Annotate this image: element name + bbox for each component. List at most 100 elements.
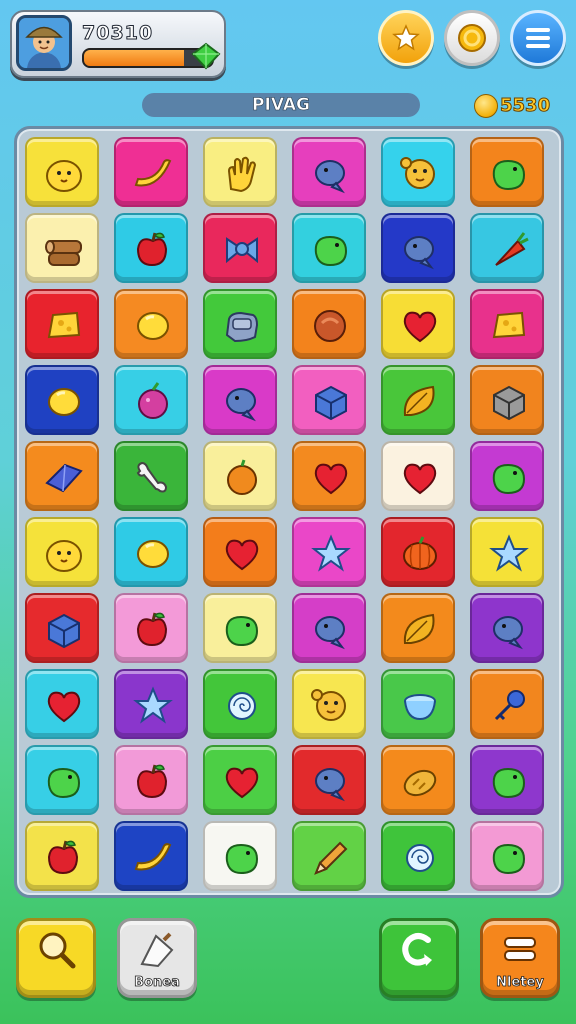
tile-star[interactable]	[114, 669, 188, 739]
tile-leaf[interactable]	[381, 593, 455, 663]
glove-icon	[227, 156, 257, 193]
tile-key[interactable]	[470, 669, 544, 739]
tile-fish[interactable]	[203, 365, 277, 435]
tile-flower[interactable]	[381, 137, 455, 207]
tile-lemon[interactable]	[25, 365, 99, 435]
chick-icon	[46, 540, 82, 572]
tile-heart[interactable]	[381, 289, 455, 359]
tile-blob[interactable]	[470, 137, 544, 207]
tile-candy[interactable]	[203, 669, 277, 739]
tile-bone[interactable]	[114, 441, 188, 511]
chick-icon	[46, 160, 82, 192]
tile-fish[interactable]	[470, 593, 544, 663]
tile-star[interactable]	[292, 517, 366, 587]
tile-apple[interactable]	[25, 821, 99, 891]
player-panel[interactable]: 70310	[10, 10, 226, 78]
coin-icon	[474, 94, 498, 118]
apple-icon	[47, 840, 79, 875]
tile-fish[interactable]	[381, 213, 455, 283]
tile-bowl[interactable]	[381, 669, 455, 739]
tile-gem[interactable]	[25, 441, 99, 511]
pause-icon	[504, 936, 536, 961]
tile-rock[interactable]	[203, 289, 277, 359]
tile-bow[interactable]	[203, 213, 277, 283]
tile-carrot[interactable]	[470, 213, 544, 283]
tile-apple[interactable]	[114, 593, 188, 663]
tile-lemon[interactable]	[114, 517, 188, 587]
tile-heart[interactable]	[203, 517, 277, 587]
tile-cube[interactable]	[470, 365, 544, 435]
leaf-icon	[403, 613, 435, 644]
tile-blob[interactable]	[470, 441, 544, 511]
tile-pumpkin[interactable]	[381, 517, 455, 587]
cube-icon	[493, 385, 525, 421]
tile-chick[interactable]	[25, 137, 99, 207]
tile-pencil[interactable]	[292, 821, 366, 891]
tile-fish[interactable]	[292, 593, 366, 663]
star-icon	[392, 24, 420, 51]
player-score: 70310	[81, 22, 154, 45]
blob-icon	[492, 843, 526, 875]
menu-button[interactable]	[510, 10, 566, 66]
green-gem-icon	[191, 42, 221, 70]
tile-box[interactable]	[25, 593, 99, 663]
explorer-avatar-icon	[19, 18, 69, 68]
tile-banana[interactable]	[114, 821, 188, 891]
tile-apple[interactable]	[114, 213, 188, 283]
tile-blob[interactable]	[203, 593, 277, 663]
blob-icon	[314, 235, 348, 267]
level-title: PIVAG	[252, 95, 311, 116]
tile-banana[interactable]	[114, 137, 188, 207]
tile-apple[interactable]	[114, 745, 188, 815]
bonus-button[interactable]: Bonea	[117, 918, 197, 998]
star-button[interactable]	[378, 10, 434, 66]
xp-progress-fill	[84, 50, 184, 66]
tile-heart[interactable]	[381, 441, 455, 511]
lemon-icon	[137, 540, 169, 568]
tile-star[interactable]	[470, 517, 544, 587]
tile-flower[interactable]	[292, 669, 366, 739]
tile-glove[interactable]	[203, 137, 277, 207]
bucket-icon	[140, 932, 174, 967]
refresh-button[interactable]	[379, 918, 459, 998]
refresh-icon	[402, 932, 432, 966]
tile-heart[interactable]	[292, 441, 366, 511]
blob-icon	[492, 767, 526, 799]
tile-fish[interactable]	[292, 745, 366, 815]
tile-box[interactable]	[292, 365, 366, 435]
tile-cheese[interactable]	[470, 289, 544, 359]
tile-blob[interactable]	[470, 745, 544, 815]
tile-bread[interactable]	[381, 745, 455, 815]
top-bar: 70310	[0, 0, 576, 90]
tile-blob[interactable]	[292, 213, 366, 283]
history-button[interactable]: Nletey	[480, 918, 560, 998]
tile-chick[interactable]	[25, 517, 99, 587]
tile-fish[interactable]	[292, 137, 366, 207]
tile-blob[interactable]	[203, 821, 277, 891]
coin-button[interactable]	[444, 10, 500, 66]
pumpkin-icon	[403, 536, 437, 570]
coin-amount: 5530	[499, 95, 551, 117]
tile-shell[interactable]	[292, 289, 366, 359]
tile-blob[interactable]	[470, 821, 544, 891]
tile-log[interactable]	[25, 213, 99, 283]
fish-icon	[493, 616, 523, 650]
tile-leaf[interactable]	[381, 365, 455, 435]
tile-heart[interactable]	[25, 669, 99, 739]
tile-heart[interactable]	[203, 745, 277, 815]
flower-icon	[311, 689, 346, 721]
tile-blob[interactable]	[25, 745, 99, 815]
heart-icon	[225, 539, 259, 571]
orange-icon	[227, 459, 257, 495]
tile-orange[interactable]	[203, 441, 277, 511]
tile-candy[interactable]	[381, 821, 455, 891]
tile-cheese[interactable]	[25, 289, 99, 359]
cheese-icon	[47, 311, 81, 339]
lemon-icon	[137, 312, 169, 340]
tile-lemon[interactable]	[114, 289, 188, 359]
fish-icon	[315, 768, 345, 802]
tile-berry[interactable]	[114, 365, 188, 435]
heart-icon	[314, 463, 348, 495]
avatar[interactable]	[16, 15, 72, 71]
search-button[interactable]	[16, 918, 96, 998]
